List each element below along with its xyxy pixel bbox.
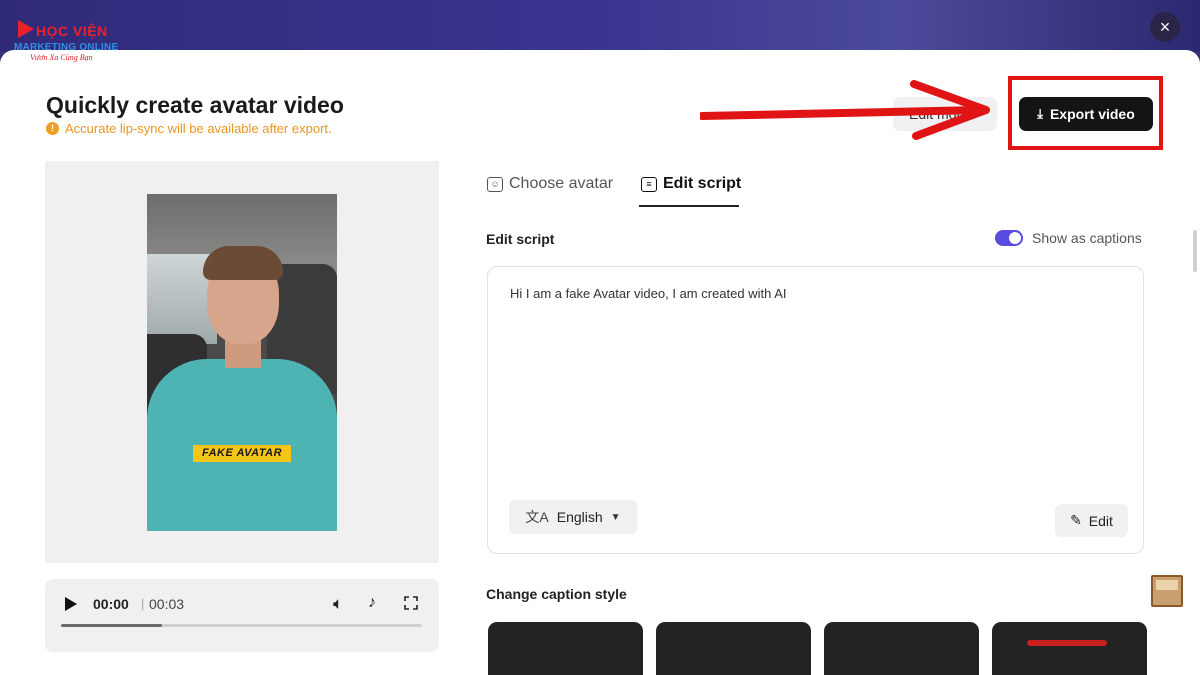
playback-progress-fill <box>61 624 163 627</box>
avatar-icon: ☺ <box>487 176 503 192</box>
language-value: English <box>556 509 603 525</box>
lip-sync-notice: ! Accurate lip-sync will be available af… <box>46 121 332 136</box>
volume-icon[interactable]: 🔈︎ <box>333 594 343 614</box>
logo-line-2: MARKETING ONLINE <box>14 42 119 53</box>
background-top-band <box>0 0 1200 52</box>
fullscreen-icon[interactable] <box>404 596 418 610</box>
modal-scrollbar[interactable] <box>1193 230 1197 272</box>
play-logo-icon <box>18 20 34 38</box>
active-tab-indicator <box>639 205 739 207</box>
pencil-icon: ✎ <box>1070 512 1082 528</box>
corner-thumbnail <box>1151 575 1183 607</box>
edit-script-button[interactable]: ✎ Edit <box>1055 504 1128 537</box>
translate-icon: 文A <box>525 509 549 525</box>
watermark-logo: HỌC VIỆN MARKETING ONLINE Vươn Xa Cùng B… <box>14 20 124 64</box>
show-captions-toggle[interactable] <box>995 230 1023 246</box>
info-icon: ! <box>46 122 59 135</box>
chevron-down-icon: ▼ <box>610 511 621 523</box>
toggle-knob <box>1009 232 1021 244</box>
logo-line-3: Vươn Xa Cùng Bạn <box>30 53 93 62</box>
caption-preview-tag: FAKE AVATAR <box>193 445 291 462</box>
tiktok-icon[interactable]: ♪ <box>368 594 376 612</box>
logo-line-1: HỌC VIỆN <box>36 23 108 39</box>
avatar-video-modal: Quickly create avatar video ! Accurate l… <box>0 50 1200 675</box>
script-text[interactable]: Hi I am a fake Avatar video, I am create… <box>510 286 787 301</box>
annotation-arrow-icon <box>700 80 990 140</box>
edit-button-label: Edit <box>1088 512 1113 529</box>
caption-style-option[interactable] <box>488 622 643 675</box>
caption-style-heading: Change caption style <box>486 586 627 602</box>
time-separator: | <box>141 596 145 611</box>
language-select[interactable]: 文A English ▼ <box>509 500 637 534</box>
playback-progress-bar[interactable] <box>61 624 422 627</box>
video-player-controls: 00:00 | 00:03 🔈︎ ♪ <box>45 579 439 652</box>
notice-text: Accurate lip-sync will be available afte… <box>65 121 332 136</box>
edit-script-heading: Edit script <box>486 231 555 247</box>
avatar-hair <box>203 246 283 280</box>
tab-edit-script[interactable]: ≡ Edit script <box>641 175 741 193</box>
current-time: 00:00 <box>93 596 129 612</box>
caption-style-option[interactable] <box>992 622 1147 675</box>
video-preview-panel: FAKE AVATAR <box>45 161 439 563</box>
tab-choose-avatar[interactable]: ☺ Choose avatar <box>487 175 613 193</box>
modal-title: Quickly create avatar video <box>46 92 344 118</box>
total-time: 00:03 <box>149 596 185 612</box>
script-editor[interactable]: Hi I am a fake Avatar video, I am create… <box>487 266 1144 554</box>
caption-style-option[interactable] <box>656 622 811 675</box>
annotation-highlight-box <box>1008 76 1163 150</box>
close-icon: × <box>1159 17 1171 37</box>
tab-edit-script-label: Edit script <box>663 175 742 192</box>
tab-choose-avatar-label: Choose avatar <box>509 175 614 192</box>
avatar-video-frame[interactable]: FAKE AVATAR <box>147 194 337 531</box>
caption-style-sample <box>1027 640 1107 646</box>
show-captions-toggle-group: Show as captions <box>995 230 1142 246</box>
close-button[interactable]: × <box>1150 12 1180 42</box>
script-icon: ≡ <box>641 176 657 192</box>
play-icon[interactable] <box>65 597 77 611</box>
caption-style-option[interactable] <box>824 622 979 675</box>
show-captions-label: Show as captions <box>1032 230 1142 246</box>
